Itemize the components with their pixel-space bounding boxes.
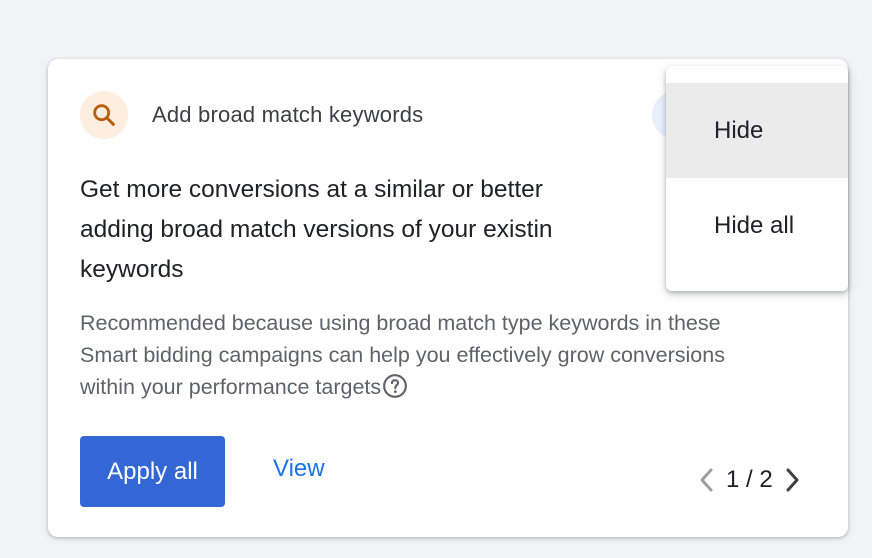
help-circle-icon[interactable] bbox=[382, 373, 408, 399]
pagination: 1 / 2 bbox=[696, 460, 803, 500]
apply-all-button[interactable]: Apply all bbox=[80, 436, 225, 507]
chevron-right-icon[interactable] bbox=[781, 460, 803, 500]
card-header: Add broad match keywords bbox=[80, 91, 423, 139]
chevron-left-icon[interactable] bbox=[696, 460, 718, 500]
page-indicator: 1 / 2 bbox=[726, 466, 773, 493]
recommendation-description: Recommended because using broad match ty… bbox=[80, 307, 780, 403]
overflow-menu: Hide Hide all bbox=[666, 66, 848, 291]
view-link[interactable]: View bbox=[273, 455, 325, 483]
recommendation-type-label: Add broad match keywords bbox=[152, 102, 424, 127]
menu-item-hide-all[interactable]: Hide all bbox=[666, 178, 848, 273]
menu-item-hide[interactable]: Hide bbox=[666, 83, 848, 178]
search-icon bbox=[80, 91, 128, 139]
